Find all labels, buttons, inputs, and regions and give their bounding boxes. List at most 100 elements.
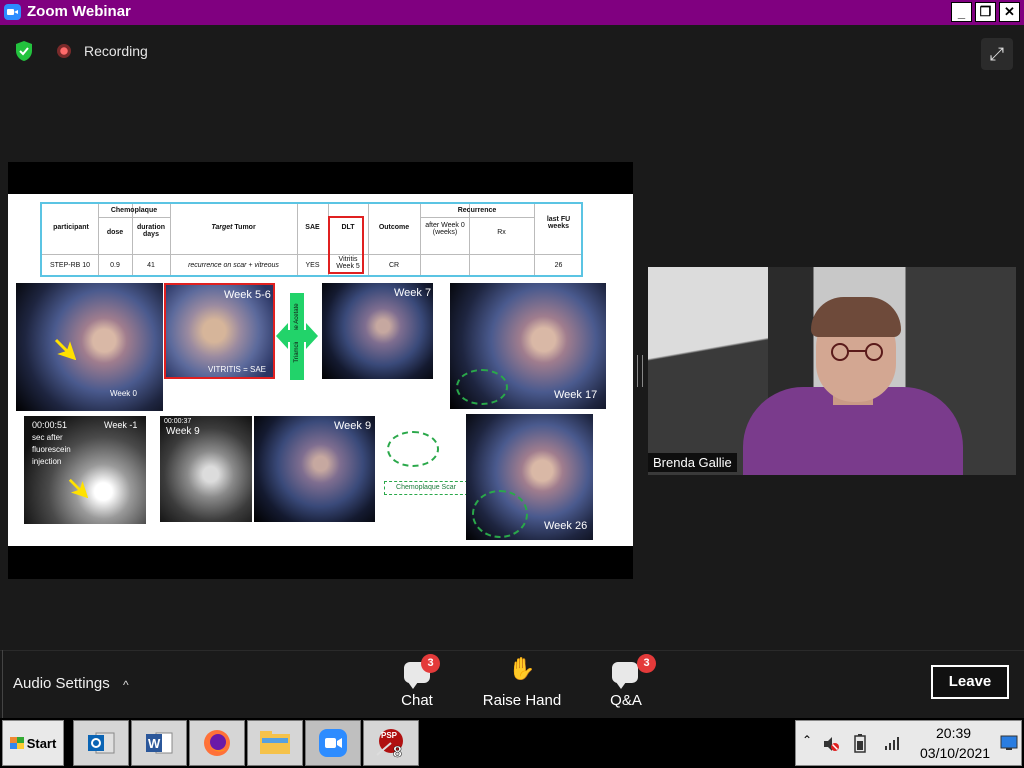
angiogram-week-minus1: 00:00:51 Week -1 sec after fluorescein i… bbox=[24, 416, 146, 524]
system-tray: ⌃ 20:39 03/10/2021 bbox=[795, 720, 1022, 766]
label-angio-time: 00:00:51 bbox=[32, 420, 68, 430]
controls-divider bbox=[2, 650, 3, 718]
th-recurrence: Recurrence bbox=[457, 207, 497, 214]
qa-bubble-icon bbox=[612, 662, 638, 689]
th-sae: SAE bbox=[305, 224, 320, 231]
scar-outline bbox=[472, 490, 528, 538]
clock-time[interactable]: 20:39 bbox=[936, 725, 971, 741]
label-angio2-time: 00:00:37 bbox=[164, 418, 192, 425]
battery-icon[interactable] bbox=[852, 733, 868, 753]
th-after-week: after Week 0 (weeks) bbox=[425, 222, 465, 236]
participant-video[interactable] bbox=[648, 267, 1016, 475]
label-week56: Week 5-6 bbox=[224, 289, 271, 301]
raise-hand-button[interactable]: ✋ Raise Hand bbox=[478, 656, 566, 712]
restore-button[interactable]: ❐ bbox=[975, 2, 996, 22]
show-desktop-icon[interactable] bbox=[1000, 735, 1018, 751]
outlook-icon[interactable] bbox=[73, 720, 129, 766]
leave-button[interactable]: Leave bbox=[931, 665, 1009, 699]
th-chemoplaque: Chemoplaque bbox=[110, 207, 158, 214]
person-hair bbox=[811, 297, 901, 337]
dlt-highlight-box bbox=[328, 216, 364, 274]
firefox-icon[interactable] bbox=[189, 720, 245, 766]
start-button[interactable]: Start bbox=[2, 720, 64, 766]
label-week9b: Week 9 bbox=[334, 420, 372, 432]
td-sae: YES bbox=[305, 262, 320, 269]
yellow-arrow-icon bbox=[54, 338, 76, 360]
th-tumor: Tumor bbox=[234, 224, 256, 231]
svg-text:8: 8 bbox=[393, 744, 402, 761]
qa-button[interactable]: 3 Q&A bbox=[604, 654, 656, 712]
label-angio-text: sec after fluorescein injection bbox=[32, 433, 71, 466]
qa-badge: 3 bbox=[637, 654, 656, 673]
chemoplaque-scar-label: Chemoplaque Scar bbox=[384, 481, 468, 495]
th-participant: participant bbox=[53, 224, 89, 231]
fundus-image-week7: Week 7 bbox=[322, 283, 433, 379]
chat-badge: 3 bbox=[421, 654, 440, 673]
double-arrow-icon bbox=[276, 323, 318, 349]
chat-button[interactable]: 3 Chat bbox=[396, 654, 440, 712]
caret-up-icon[interactable]: ^ bbox=[123, 678, 129, 692]
clock-date[interactable]: 03/10/2021 bbox=[920, 745, 990, 761]
raise-hand-icon: ✋ bbox=[508, 656, 536, 681]
glasses-icon bbox=[831, 343, 883, 361]
svg-text:W: W bbox=[148, 736, 161, 751]
fundus-image-week17: Week 17 bbox=[450, 283, 606, 409]
angiogram-week9: 00:00:37 Week 9 bbox=[160, 416, 252, 522]
encryption-shield-icon[interactable] bbox=[14, 40, 34, 62]
th-target-italic: Target bbox=[211, 224, 233, 231]
window-titlebar: Zoom Webinar _ ❐ ✕ bbox=[0, 0, 1024, 25]
windows-flag-icon bbox=[9, 737, 24, 749]
presentation-slide: participant Chemoplaque dose duration da… bbox=[8, 194, 633, 546]
th-target-tumor: Target Tumor bbox=[170, 224, 297, 231]
label-week26: Week 26 bbox=[544, 520, 588, 532]
volume-muted-icon[interactable] bbox=[822, 735, 840, 753]
td-outcome: CR bbox=[388, 262, 400, 269]
scar-outline bbox=[456, 369, 508, 405]
label-week9a: Week 9 bbox=[166, 426, 200, 437]
label-week7: Week 7 bbox=[394, 287, 432, 299]
td-participant: STEP-RB 10 bbox=[49, 262, 91, 269]
psp8-icon[interactable]: PSP 8 bbox=[363, 720, 419, 766]
qa-label: Q&A bbox=[610, 692, 642, 709]
scar-outline-standalone bbox=[387, 431, 439, 467]
panel-splitter-handle[interactable] bbox=[637, 355, 643, 387]
th-outcome: Outcome bbox=[378, 224, 410, 231]
td-dose: 0.9 bbox=[110, 262, 120, 269]
chat-label: Chat bbox=[401, 692, 433, 709]
svg-text:PSP: PSP bbox=[381, 731, 398, 740]
window-title: Zoom Webinar bbox=[27, 3, 131, 20]
fundus-image-week0: Week 0 bbox=[16, 283, 163, 411]
recording-label: Recording bbox=[84, 43, 148, 59]
label-week0: Week 0 bbox=[110, 389, 137, 398]
tray-expand-icon[interactable]: ⌃ bbox=[802, 733, 812, 747]
label-week-minus1: Week -1 bbox=[104, 420, 138, 430]
recording-indicator-icon bbox=[57, 44, 71, 58]
fundus-image-week5-6: Week 5-6 VITRITIS = SAE bbox=[164, 283, 275, 379]
file-explorer-icon[interactable] bbox=[247, 720, 303, 766]
start-label: Start bbox=[26, 735, 57, 751]
fundus-image-week9: Week 9 bbox=[254, 416, 375, 522]
participant-name-tag: Brenda Gallie bbox=[648, 453, 737, 472]
td-target: recurrence on scar + vitreous bbox=[188, 262, 279, 269]
shared-screen: participant Chemoplaque dose duration da… bbox=[8, 162, 633, 579]
signal-strength-icon[interactable] bbox=[884, 735, 902, 751]
audio-settings-button[interactable]: Audio Settings bbox=[13, 675, 110, 692]
minimize-button[interactable]: _ bbox=[951, 2, 972, 22]
zoom-app-icon bbox=[4, 4, 21, 20]
label-vitritis: VITRITIS = SAE bbox=[208, 365, 267, 374]
word-icon[interactable]: W bbox=[131, 720, 187, 766]
fullscreen-icon[interactable]: ⤢ bbox=[981, 38, 1013, 70]
td-last-fu: 26 bbox=[554, 262, 563, 269]
th-dose: dose bbox=[106, 229, 124, 236]
yellow-arrow-icon bbox=[68, 478, 88, 498]
raise-hand-label: Raise Hand bbox=[482, 692, 562, 709]
close-button[interactable]: ✕ bbox=[999, 2, 1020, 22]
fundus-image-week26: Week 26 bbox=[466, 414, 593, 540]
td-duration: 41 bbox=[147, 262, 155, 269]
label-week17: Week 17 bbox=[554, 389, 598, 401]
zoom-icon[interactable] bbox=[305, 720, 361, 766]
th-last-fu: last FU weeks bbox=[546, 216, 571, 230]
results-table: participant Chemoplaque dose duration da… bbox=[40, 202, 583, 277]
th-duration: duration days bbox=[137, 224, 165, 238]
th-rx: Rx bbox=[497, 229, 506, 236]
